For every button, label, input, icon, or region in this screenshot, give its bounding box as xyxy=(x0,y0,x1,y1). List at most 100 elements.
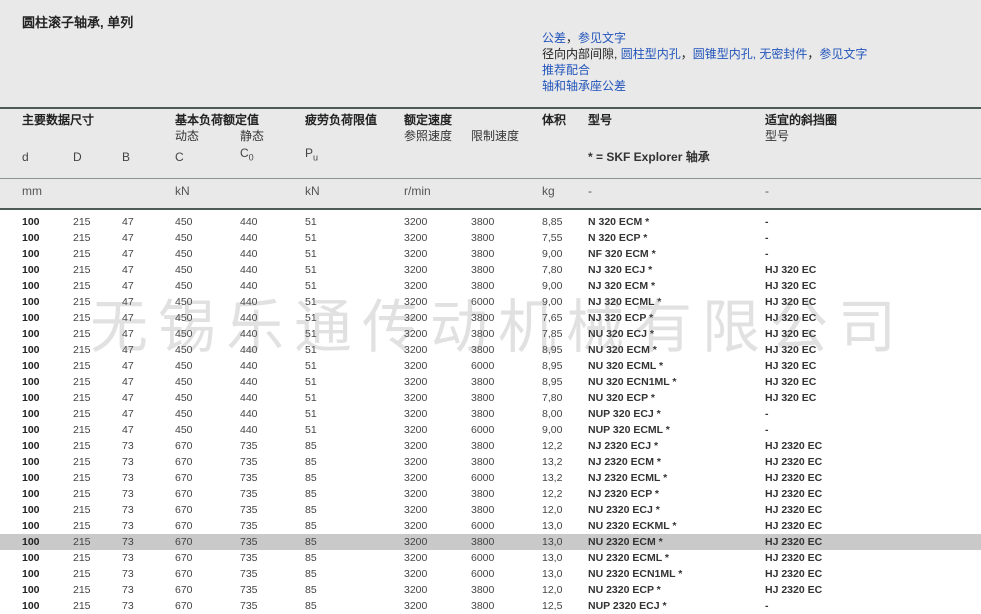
cell-designation[interactable]: NU 320 ECM * xyxy=(588,344,657,356)
see-text-link-1[interactable]: 参见文字 xyxy=(578,31,626,45)
cell-mass: 7,80 xyxy=(542,264,563,276)
cell-ring: HJ 2320 EC xyxy=(765,440,823,452)
table-row[interactable]: 100 215 73 670 735 85 3200 3800 12,2 NJ 2320 ECJ … xyxy=(0,438,981,454)
cell-Pu: 51 xyxy=(305,232,317,244)
cyl-bore-link[interactable]: 圆柱型内孔 xyxy=(621,47,681,61)
cell-C0: 440 xyxy=(240,392,258,404)
cell-Pu: 51 xyxy=(305,312,317,324)
cell-designation[interactable]: NU 2320 ECM * xyxy=(588,536,663,548)
cell-designation[interactable]: NJ 2320 ECML * xyxy=(588,472,667,484)
cell-designation[interactable]: NJ 320 ECP * xyxy=(588,312,653,324)
cell-designation[interactable]: NUP 2320 ECJ * xyxy=(588,600,667,612)
cell-d: 100 xyxy=(22,600,40,612)
cell-D: 215 xyxy=(73,232,91,244)
see-text-link-2[interactable]: 参见文字 xyxy=(819,47,867,61)
cell-D: 215 xyxy=(73,552,91,564)
cell-Pu: 85 xyxy=(305,488,317,500)
cell-C0: 735 xyxy=(240,440,258,452)
table-row[interactable]: 100 215 73 670 735 85 3200 3800 13,0 NU 2320 ECM … xyxy=(0,534,981,550)
cell-ring: - xyxy=(765,232,769,244)
table-row[interactable]: 100 215 47 450 440 51 3200 3800 8,00 NUP 320 ECJ … xyxy=(0,406,981,422)
cell-limit-speed: 3800 xyxy=(471,392,495,404)
table-row[interactable]: 100 215 47 450 440 51 3200 3800 8,85 N 320 ECM * - xyxy=(0,214,981,230)
table-row[interactable]: 100 215 47 450 440 51 3200 3800 9,00 NJ 320 ECM *… xyxy=(0,278,981,294)
cell-designation[interactable]: NJ 2320 ECP * xyxy=(588,488,659,500)
cell-D: 215 xyxy=(73,456,91,468)
cell-designation[interactable]: NJ 320 ECML * xyxy=(588,296,661,308)
table-row[interactable]: 100 215 47 450 440 51 3200 3800 8,95 NU 320 ECN1M… xyxy=(0,374,981,390)
cell-d: 100 xyxy=(22,408,40,420)
table-row[interactable]: 100 215 73 670 735 85 3200 3800 12,0 NU 2320 ECP … xyxy=(0,582,981,598)
cell-C0: 440 xyxy=(240,232,258,244)
table-row[interactable]: 100 215 47 450 440 51 3200 3800 7,85 NU 320 ECJ *… xyxy=(0,326,981,342)
cell-C0: 440 xyxy=(240,312,258,324)
cell-designation[interactable]: N 320 ECM * xyxy=(588,216,649,228)
cell-ring: - xyxy=(765,408,769,420)
table-row[interactable]: 100 215 47 450 440 51 3200 6000 8,95 NU 320 ECML … xyxy=(0,358,981,374)
shaft-housing-link[interactable]: 轴和轴承座公差 xyxy=(542,79,626,93)
cell-B: 47 xyxy=(122,312,134,324)
table-row[interactable]: 100 215 73 670 735 85 3200 3800 12,5 NUP 2320 ECJ… xyxy=(0,598,981,614)
cell-d: 100 xyxy=(22,296,40,308)
cell-designation[interactable]: NJ 320 ECJ * xyxy=(588,264,652,276)
tolerance-link[interactable]: 公差 xyxy=(542,31,566,45)
cell-C: 450 xyxy=(175,248,193,260)
cell-mass: 12,2 xyxy=(542,440,563,452)
cell-ring: HJ 2320 EC xyxy=(765,456,823,468)
cell-designation[interactable]: NU 320 ECN1ML * xyxy=(588,376,677,388)
cell-limit-speed: 6000 xyxy=(471,360,495,372)
cell-ring: HJ 2320 EC xyxy=(765,584,823,596)
cell-ring: HJ 320 EC xyxy=(765,264,817,276)
table-row[interactable]: 100 215 73 670 735 85 3200 3800 13,2 NJ 2320 ECM … xyxy=(0,454,981,470)
unit-rpm: r/min xyxy=(404,184,431,198)
cell-C: 450 xyxy=(175,392,193,404)
table-row[interactable]: 100 215 47 450 440 51 3200 3800 7,80 NU 320 ECP *… xyxy=(0,390,981,406)
table-row[interactable]: 100 215 47 450 440 51 3200 6000 9,00 NJ 320 ECML … xyxy=(0,294,981,310)
cell-d: 100 xyxy=(22,344,40,356)
cell-Pu: 85 xyxy=(305,600,317,612)
table-row[interactable]: 100 215 47 450 440 51 3200 3800 8,95 NU 320 ECM *… xyxy=(0,342,981,358)
cell-designation[interactable]: NU 320 ECML * xyxy=(588,360,663,372)
cell-designation[interactable]: NU 2320 ECP * xyxy=(588,584,661,596)
cell-mass: 13,0 xyxy=(542,536,563,548)
cell-designation[interactable]: NF 320 ECM * xyxy=(588,248,656,260)
table-row[interactable]: 100 215 47 450 440 51 3200 3800 7,65 NJ 320 ECP *… xyxy=(0,310,981,326)
cell-designation[interactable]: NU 320 ECJ * xyxy=(588,328,654,340)
cell-B: 73 xyxy=(122,568,134,580)
cell-ring: HJ 320 EC xyxy=(765,312,817,324)
cell-designation[interactable]: NU 2320 ECN1ML * xyxy=(588,568,682,580)
cell-designation[interactable]: N 320 ECP * xyxy=(588,232,647,244)
cell-designation[interactable]: NU 2320 ECML * xyxy=(588,552,669,564)
cell-D: 215 xyxy=(73,520,91,532)
cell-designation[interactable]: NU 2320 ECKML * xyxy=(588,520,677,532)
cell-designation[interactable]: NJ 2320 ECJ * xyxy=(588,440,658,452)
table-row[interactable]: 100 215 73 670 735 85 3200 6000 13,0 NU 2320 ECKM… xyxy=(0,518,981,534)
table-row[interactable]: 100 215 73 670 735 85 3200 3800 12,0 NU 2320 ECJ … xyxy=(0,502,981,518)
cell-designation[interactable]: NU 2320 ECJ * xyxy=(588,504,660,516)
table-row[interactable]: 100 215 73 670 735 85 3200 6000 13,0 NU 2320 ECN1… xyxy=(0,566,981,582)
table-row[interactable]: 100 215 73 670 735 85 3200 3800 12,2 NJ 2320 ECP … xyxy=(0,486,981,502)
table-row[interactable]: 100 215 73 670 735 85 3200 6000 13,0 NU 2320 ECML… xyxy=(0,550,981,566)
cell-C: 670 xyxy=(175,440,193,452)
cell-limit-speed: 3800 xyxy=(471,600,495,612)
taper-bore-link[interactable]: 圆锥型内孔, 无密封件 xyxy=(693,47,808,61)
cell-C0: 735 xyxy=(240,488,258,500)
cell-designation[interactable]: NJ 320 ECM * xyxy=(588,280,655,292)
cell-designation[interactable]: NUP 320 ECJ * xyxy=(588,408,661,420)
cell-ref-speed: 3200 xyxy=(404,216,428,228)
skf-explorer-note: * = SKF Explorer 轴承 xyxy=(588,150,710,164)
symbol-d: d xyxy=(22,150,29,164)
table-row[interactable]: 100 215 47 450 440 51 3200 6000 9,00 NUP 320 ECML… xyxy=(0,422,981,438)
table-row[interactable]: 100 215 47 450 440 51 3200 3800 7,55 N 320 ECP * - xyxy=(0,230,981,246)
cell-B: 73 xyxy=(122,552,134,564)
cell-C0: 735 xyxy=(240,552,258,564)
table-row[interactable]: 100 215 47 450 440 51 3200 3800 7,80 NJ 320 ECJ *… xyxy=(0,262,981,278)
cell-designation[interactable]: NU 320 ECP * xyxy=(588,392,655,404)
fits-link[interactable]: 推荐配合 xyxy=(542,63,590,77)
table-row[interactable]: 100 215 73 670 735 85 3200 6000 13,2 NJ 2320 ECML… xyxy=(0,470,981,486)
cell-designation[interactable]: NUP 320 ECML * xyxy=(588,424,670,436)
table-row[interactable]: 100 215 47 450 440 51 3200 3800 9,00 NF 320 ECM *… xyxy=(0,246,981,262)
cell-designation[interactable]: NJ 2320 ECM * xyxy=(588,456,661,468)
cell-d: 100 xyxy=(22,376,40,388)
page-title: 圆柱滚子轴承, 单列 xyxy=(22,15,134,30)
